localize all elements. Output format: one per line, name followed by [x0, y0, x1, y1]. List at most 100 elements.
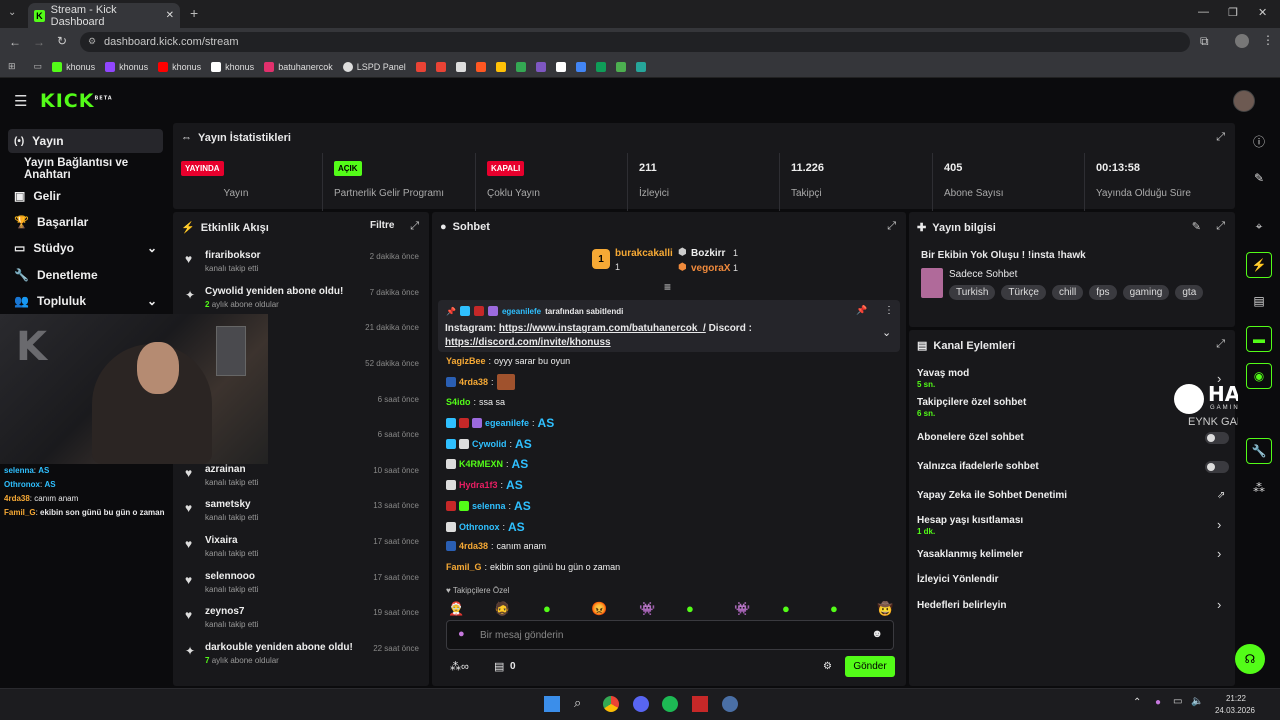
emote-only-toggle[interactable]	[1205, 461, 1229, 473]
obs-taskbar-icon[interactable]	[692, 696, 708, 712]
action-goals[interactable]: Hedefleri belirleyin	[917, 600, 1006, 611]
volume-icon[interactable]: 🔈	[1191, 696, 1203, 707]
bookmark-x[interactable]: khonus	[211, 61, 254, 72]
mic-icon[interactable]: ●	[458, 628, 465, 640]
clock-time[interactable]: 21:22	[1214, 694, 1258, 703]
emote-icon[interactable]: ●	[686, 601, 694, 616]
back-icon[interactable]: ←	[9, 35, 21, 49]
new-tab-icon[interactable]: +	[190, 5, 198, 21]
tag[interactable]: gaming	[1122, 285, 1170, 300]
emote-icon[interactable]: 🧔	[494, 601, 510, 617]
mic-tray-icon[interactable]: ●	[1155, 697, 1161, 708]
chat-settings-icon[interactable]: ⚙	[823, 661, 832, 672]
expand-icon[interactable]: ⤢	[410, 220, 419, 233]
expand-icon[interactable]: ⤢	[887, 220, 896, 233]
taskbar-search-icon[interactable]: ⌕	[574, 695, 581, 711]
emote-icon[interactable]: 🤶	[448, 601, 464, 617]
leader-name[interactable]: burakcakalli	[615, 248, 673, 259]
ext-bookmark-icon[interactable]	[475, 61, 486, 72]
kick-logo[interactable]: KICKBETA	[40, 90, 113, 112]
ext-bookmark-icon-4[interactable]	[615, 61, 626, 72]
folder-icon[interactable]: ▭	[34, 61, 43, 72]
extensions-icon[interactable]: ⧉	[1200, 34, 1209, 49]
drive-bookmark-icon[interactable]	[575, 61, 586, 72]
ext-bookmark-icon-5[interactable]	[635, 61, 646, 72]
bookmark-instagram[interactable]: batuhanercok	[264, 61, 333, 72]
expand-icon[interactable]: ⤢	[1216, 220, 1225, 233]
expand-icon[interactable]: ⤢	[1216, 131, 1225, 144]
network-icon[interactable]: ▭	[1173, 696, 1182, 707]
store-icon[interactable]: ▤	[494, 660, 504, 673]
discord-link[interactable]: https://discord.com/invite/khonuss	[445, 337, 611, 348]
moderation-toggle-icon[interactable]: 🔧	[1246, 438, 1272, 464]
tag[interactable]: Turkish	[949, 285, 996, 300]
emote-icon[interactable]: 👾	[734, 601, 750, 617]
gmail-bookmark-icon-2[interactable]	[435, 61, 446, 72]
tag[interactable]: chill	[1051, 285, 1084, 300]
more-options-icon[interactable]: ⋮	[884, 305, 894, 316]
spotify-taskbar-icon[interactable]	[662, 696, 678, 712]
sheets-bookmark-icon[interactable]	[515, 61, 526, 72]
channel-points-icon[interactable]: ⁂∞	[450, 660, 469, 673]
external-link-icon[interactable]: ⇗	[1217, 490, 1225, 501]
sidebar-item-denetleme[interactable]: 🔧 Denetleme	[8, 263, 163, 287]
sidebar-item-yayin[interactable]: (•) Yayın	[8, 129, 163, 153]
tag[interactable]: gta	[1175, 285, 1204, 300]
window-close-icon[interactable]: ✕	[1258, 6, 1267, 19]
ext-bookmark-icon-2[interactable]	[495, 61, 506, 72]
edit-icon[interactable]: ✎	[1246, 165, 1272, 191]
tag[interactable]: Türkçe	[1001, 285, 1046, 300]
unpin-icon[interactable]: 📌	[856, 305, 867, 316]
browser-menu-icon[interactable]: ⋮	[1262, 33, 1274, 47]
edit-icon[interactable]: ✎	[1192, 220, 1201, 233]
forms-bookmark-icon[interactable]	[535, 61, 546, 72]
gmail-bookmark-icon[interactable]	[415, 61, 426, 72]
url-bar[interactable]: ⚙ dashboard.kick.com/stream	[80, 32, 1190, 52]
action-banned-words[interactable]: Yasaklanmış kelimeler	[917, 549, 1023, 560]
minimize-icon[interactable]: —	[1198, 6, 1209, 18]
sidebar-item-gelir[interactable]: ▣ Gelir	[8, 184, 163, 208]
sidebar-item-studyo[interactable]: ▭ Stüdyo ⌄	[8, 236, 163, 260]
notes-icon[interactable]: ▤	[1246, 288, 1272, 314]
bookmark-lspd[interactable]: LSPD Panel	[342, 61, 406, 72]
emoji-picker-icon[interactable]: ☻	[871, 628, 883, 640]
support-headset-icon[interactable]: ☊	[1235, 644, 1265, 674]
chrome-taskbar-icon[interactable]	[603, 696, 619, 712]
action-follower-only[interactable]: Takipçilere özel sohbet 6 sn.	[917, 397, 1026, 419]
filter-button[interactable]: Filtre	[370, 220, 394, 231]
chevron-right-icon[interactable]: ›	[1217, 597, 1221, 612]
menu-hamburger-icon[interactable]: ☰	[14, 92, 27, 110]
site-info-icon[interactable]: ⚙	[88, 36, 96, 47]
emote-icon[interactable]: ●	[830, 601, 838, 616]
doc-bookmark-icon[interactable]	[455, 61, 466, 72]
action-raid[interactable]: İzleyici Yönlendir	[917, 574, 999, 585]
emote-icon[interactable]: 🤠	[877, 601, 893, 617]
ext-bookmark-icon-3[interactable]	[555, 61, 566, 72]
emote-icon[interactable]: ●	[782, 601, 790, 616]
profile-avatar[interactable]	[1235, 34, 1249, 48]
windows-start-icon[interactable]	[544, 696, 560, 712]
action-account-age[interactable]: Hesap yaşı kısıtlaması 1 dk.	[917, 515, 1023, 537]
stream-toggle-icon[interactable]: ◉	[1246, 363, 1272, 389]
activity-toggle-icon[interactable]: ⚡	[1246, 252, 1272, 278]
user-avatar[interactable]	[1233, 90, 1255, 112]
chevron-right-icon[interactable]: ›	[1217, 546, 1221, 561]
close-tab-icon[interactable]: ✕	[166, 10, 174, 21]
leader-name[interactable]: Bozkirr	[691, 248, 725, 259]
expand-icon[interactable]: ⤢	[1216, 338, 1225, 351]
tab-list-icon[interactable]: ⌄	[8, 7, 16, 18]
reload-icon[interactable]: ↻	[57, 34, 67, 48]
apps-icon[interactable]: ⁂	[1246, 475, 1272, 501]
action-slow-mode[interactable]: Yavaş mod 5 sn.	[917, 368, 969, 390]
bookmark-youtube[interactable]: khonus	[158, 61, 201, 72]
chevron-down-icon[interactable]: ⌄	[882, 326, 891, 339]
chat-toggle-icon[interactable]: ▬	[1246, 326, 1272, 352]
sidebar-item-topluluk[interactable]: 👥 Topluluk ⌄	[8, 289, 163, 313]
collapse-leaderboard-icon[interactable]: ≡	[664, 280, 671, 294]
action-ai-moderation[interactable]: Yapay Zeka ile Sohbet Denetimi	[917, 490, 1067, 501]
category-name[interactable]: Sadece Sohbet	[949, 269, 1017, 280]
chat-input[interactable]: ● Bir mesaj gönderin ☻	[446, 620, 894, 650]
emote-icon[interactable]: ●	[543, 601, 551, 616]
bookmark-twitch[interactable]: khonus	[105, 61, 148, 72]
steam-taskbar-icon[interactable]	[722, 696, 738, 712]
